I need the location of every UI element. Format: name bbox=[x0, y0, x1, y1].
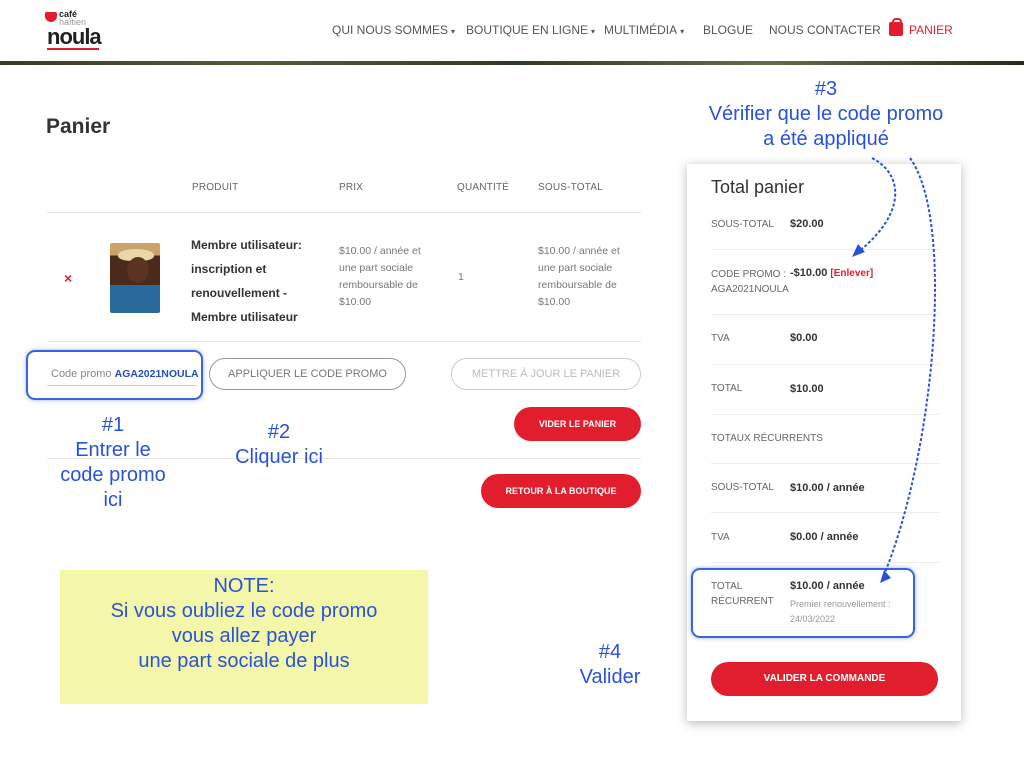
annotation-step-3: #3 Vérifier que le code promo a été appl… bbox=[686, 77, 966, 152]
recurring-highlight bbox=[691, 568, 915, 638]
remove-promo-link[interactable]: [Enlever] bbox=[830, 268, 873, 279]
annotation-line: Entrer le bbox=[75, 439, 151, 461]
table-divider bbox=[47, 212, 641, 213]
annotation-line: #1 bbox=[101, 414, 125, 436]
col-header-subtotal: SOUS-TOTAL bbox=[538, 182, 603, 193]
note-line: NOTE: bbox=[213, 575, 275, 597]
col-header-price: PRIX bbox=[339, 182, 364, 193]
site-logo[interactable]: café haïtien noula bbox=[45, 10, 105, 50]
annotation-line: #3 bbox=[814, 78, 838, 100]
totals-divider bbox=[711, 249, 939, 250]
product-subtotal: $10.00 / année et une part sociale rembo… bbox=[538, 245, 620, 308]
annotation-line: code promo bbox=[60, 464, 166, 486]
chevron-down-icon: ▾ bbox=[680, 27, 685, 36]
tva-label: TVA bbox=[711, 333, 730, 344]
annotation-step-1: #1 Entrer le code promo ici bbox=[43, 413, 183, 513]
nav-nous-contacter[interactable]: NOUS CONTACTER bbox=[769, 23, 881, 37]
product-name-link[interactable]: Membre utilisateur: inscription et renou… bbox=[191, 233, 311, 329]
empty-cart-button[interactable]: VIDER LE PANIER bbox=[514, 407, 641, 441]
product-price: $10.00 / année et une part sociale rembo… bbox=[339, 245, 421, 308]
back-to-shop-button[interactable]: RETOUR À LA BOUTIQUE bbox=[481, 474, 641, 508]
cart-label: PANIER bbox=[909, 23, 953, 37]
recurring-tva-value: $0.00 / année bbox=[790, 531, 859, 543]
recurring-subtotal-value: $10.00 / année bbox=[790, 482, 865, 494]
promo-value: -$10.00 [Enlever] bbox=[790, 266, 873, 281]
promo-code-text: AGA2021NOULA bbox=[711, 284, 789, 295]
face-shape bbox=[127, 257, 149, 283]
promo-amount: -$10.00 bbox=[790, 267, 828, 279]
chevron-down-icon: ▾ bbox=[451, 27, 456, 36]
totals-divider bbox=[711, 364, 939, 365]
annotation-line: #2 bbox=[267, 421, 291, 443]
nav-label: NOUS CONTACTER bbox=[769, 23, 881, 37]
tva-value: $0.00 bbox=[790, 332, 818, 344]
totals-divider bbox=[711, 562, 939, 563]
checkout-button[interactable]: VALIDER LA COMMANDE bbox=[711, 662, 938, 696]
annotation-line: ici bbox=[103, 489, 123, 511]
annotation-line: a été appliqué bbox=[763, 128, 889, 150]
nav-qui-nous-sommes[interactable]: QUI NOUS SOMMES ▾ bbox=[332, 23, 455, 37]
note-box: NOTE: Si vous oubliez le code promo vous… bbox=[60, 570, 428, 704]
remove-item-icon[interactable]: × bbox=[64, 270, 72, 286]
recurring-totals-header: TOTAUX RÉCURRENTS bbox=[711, 433, 823, 444]
chevron-down-icon: ▾ bbox=[591, 27, 596, 36]
totals-divider bbox=[711, 512, 939, 513]
nav-multimedia[interactable]: MULTIMÉDIA ▾ bbox=[604, 23, 684, 37]
annotation-step-2: #2 Cliquer ici bbox=[214, 420, 344, 470]
promo-label-text: CODE PROMO : bbox=[711, 269, 787, 280]
total-label: TOTAL bbox=[711, 383, 743, 394]
product-thumbnail[interactable] bbox=[110, 243, 160, 313]
product-quantity: 1 bbox=[458, 271, 464, 283]
annotation-line: Valider bbox=[579, 666, 641, 688]
header-banner-strip bbox=[0, 61, 1024, 65]
totals-divider bbox=[711, 414, 939, 415]
annotation-line: #4 bbox=[598, 641, 622, 663]
coupon-highlight bbox=[26, 350, 203, 400]
logo-underline bbox=[47, 48, 99, 50]
update-cart-button[interactable]: METTRE À JOUR LE PANIER bbox=[451, 358, 641, 390]
annotation-step-4: #4 Valider bbox=[560, 640, 660, 690]
note-line: une part sociale de plus bbox=[138, 650, 350, 672]
table-divider bbox=[47, 341, 641, 342]
recurring-tva-label: TVA bbox=[711, 532, 730, 543]
annotation-line: Cliquer ici bbox=[235, 446, 323, 468]
totals-divider bbox=[711, 463, 939, 464]
nav-label: MULTIMÉDIA bbox=[604, 23, 678, 37]
page-title: Panier bbox=[46, 115, 111, 138]
annotation-line: Vérifier que le code promo bbox=[708, 103, 944, 125]
col-header-quantity: QUANTITÉ bbox=[457, 182, 510, 193]
note-line: Si vous oubliez le code promo bbox=[110, 600, 378, 622]
coffee-cup-icon bbox=[45, 12, 57, 22]
total-value: $10.00 bbox=[790, 383, 824, 395]
nav-cart[interactable]: PANIER bbox=[889, 18, 953, 40]
nav-boutique-en-ligne[interactable]: BOUTIQUE EN LIGNE ▾ bbox=[466, 23, 595, 37]
subtotal-value: $20.00 bbox=[790, 218, 824, 230]
promo-label: CODE PROMO : AGA2021NOULA bbox=[711, 267, 789, 297]
shopping-bag-icon bbox=[889, 18, 903, 36]
nav-label: BOUTIQUE EN LIGNE bbox=[466, 23, 589, 37]
nav-blogue[interactable]: BLOGUE bbox=[703, 23, 753, 37]
recurring-subtotal-label: SOUS-TOTAL bbox=[711, 482, 774, 493]
nav-label: QUI NOUS SOMMES bbox=[332, 23, 449, 37]
totals-divider bbox=[711, 314, 939, 315]
logo-line-3: noula bbox=[47, 24, 102, 49]
apply-coupon-button[interactable]: APPLIQUER LE CODE PROMO bbox=[209, 358, 406, 390]
note-line: vous allez payer bbox=[171, 625, 317, 647]
nav-label: BLOGUE bbox=[703, 23, 754, 37]
totals-title: Total panier bbox=[711, 177, 805, 197]
subtotal-label: SOUS-TOTAL bbox=[711, 219, 774, 230]
col-header-product: PRODUIT bbox=[192, 182, 239, 193]
